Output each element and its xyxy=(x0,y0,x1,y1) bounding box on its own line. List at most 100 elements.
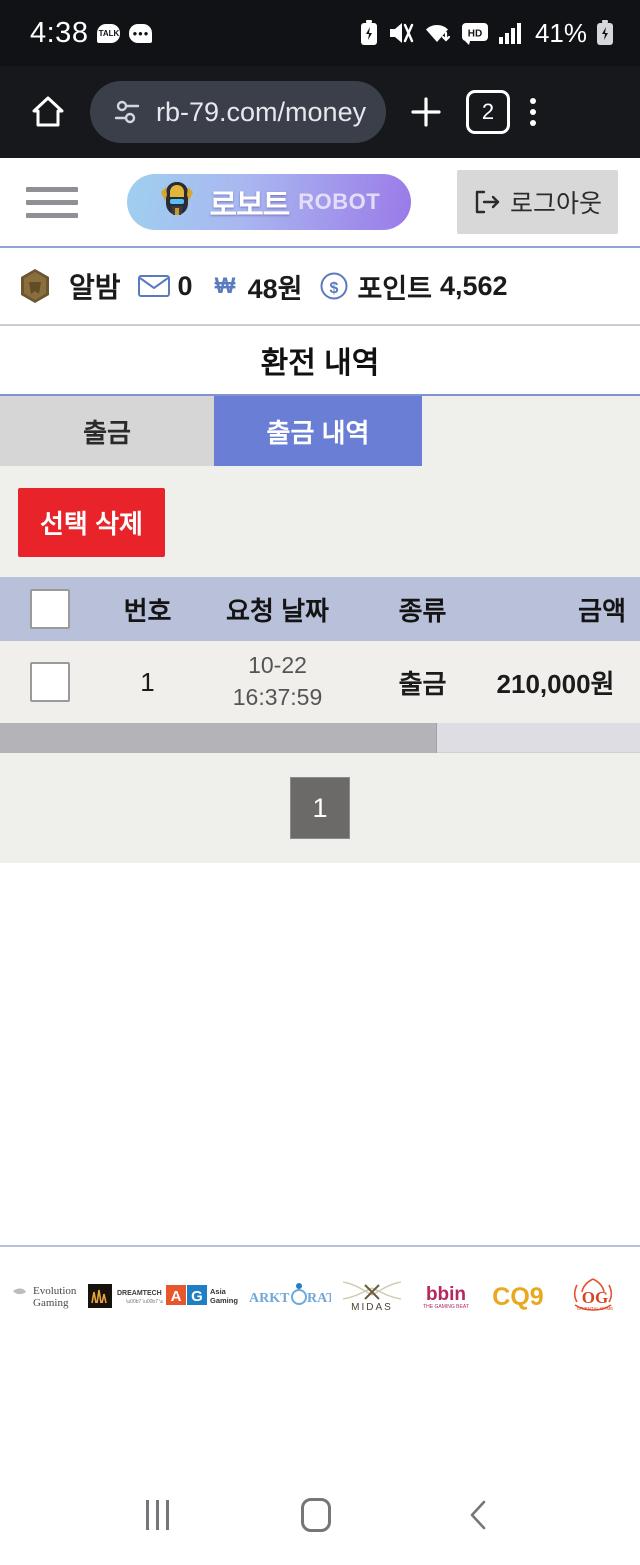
logout-button[interactable]: 로그아웃 xyxy=(456,170,618,234)
footer-spacer xyxy=(0,1345,640,1465)
url-bar[interactable]: rb-79.com/money xyxy=(90,81,386,143)
svg-text:HD: HD xyxy=(468,29,482,40)
envelope-icon xyxy=(137,274,170,298)
battery-charging-icon xyxy=(596,20,614,46)
column-header-amount: 금액 xyxy=(578,595,626,626)
row-no: 1 xyxy=(140,666,155,697)
tab-withdraw-history[interactable]: 출금 내역 xyxy=(214,396,422,466)
logo-arktocrat: ARKT RAT xyxy=(247,1273,331,1319)
plus-icon[interactable] xyxy=(400,92,452,132)
brand-name-korean: 로보트 xyxy=(209,189,290,222)
svg-text:MIDAS: MIDAS xyxy=(351,1302,393,1313)
svg-text:Asia: Asia xyxy=(210,1287,227,1296)
svg-text:G: G xyxy=(191,1288,203,1305)
svg-text:THE GAMING BEAT: THE GAMING BEAT xyxy=(423,1304,469,1310)
pagination: 1 xyxy=(0,753,640,863)
logo-bbin: bbin THE GAMING BEAT xyxy=(413,1273,479,1319)
partner-logo-footer: Evolution Gaming DREAMTECH \u00b7 \u00b7… xyxy=(0,1245,640,1345)
robot-head-icon xyxy=(153,178,201,226)
kakaotalk-notification-icon: TALK xyxy=(97,23,121,43)
point-label: 포인트 xyxy=(357,273,432,304)
delete-selected-button[interactable]: 선택 삭제 xyxy=(18,488,165,557)
site-logo[interactable]: 로보트 ROBOT xyxy=(127,174,412,230)
svg-text:Evolution: Evolution xyxy=(33,1285,77,1297)
delete-button-wrap: 선택 삭제 xyxy=(0,466,640,577)
mail-count: 0 xyxy=(177,270,193,301)
svg-text:₩: ₩ xyxy=(214,273,235,298)
logout-label: 로그아웃 xyxy=(509,190,602,218)
row-checkbox-cell xyxy=(0,641,100,723)
mail-info[interactable]: 0 xyxy=(137,270,193,302)
won-icon: ₩ xyxy=(210,273,240,299)
withdraw-history-table: 번호 요청 날짜 종류 금액 1 10-22 16:37:59 출금 210,0… xyxy=(0,577,640,723)
logo-og: OG ORIENTAL GAME xyxy=(557,1273,629,1319)
history-panel: 선택 삭제 번호 요청 날짜 종류 금액 1 10-22 16:37:59 출금… xyxy=(0,466,640,863)
svg-text:\u00b7 \u00b7 \u00b7 \u00b7: \u00b7 \u00b7 \u00b7 \u00b7 xyxy=(126,1299,163,1305)
home-square-icon[interactable] xyxy=(301,1498,332,1532)
svg-text:$: $ xyxy=(330,280,339,297)
home-icon[interactable] xyxy=(20,92,76,132)
svg-text:bbin: bbin xyxy=(426,1284,466,1305)
kebab-menu-icon[interactable] xyxy=(524,92,542,132)
recents-icon[interactable] xyxy=(146,1500,170,1530)
horizontal-scrollbar[interactable] xyxy=(0,723,640,753)
logo-asia-gaming: A G Asia Gaming xyxy=(165,1273,245,1319)
sign-out-icon xyxy=(473,189,501,215)
status-bar-left: 4:38 TALK ••• xyxy=(30,16,153,50)
svg-text:DREAMTECH: DREAMTECH xyxy=(117,1290,162,1297)
row-date-cell: 10-22 16:37:59 xyxy=(195,641,360,723)
user-info-bar: 알밤 0 ₩ 48원 $ 포인트 4,562 xyxy=(0,248,640,326)
wifi-icon xyxy=(424,20,452,46)
logo-evolution-gaming: Evolution Gaming xyxy=(11,1273,85,1319)
logo-dreamtech: DREAMTECH \u00b7 \u00b7 \u00b7 \u00b7 xyxy=(87,1273,163,1319)
tab-bar: 출금 출금 내역 xyxy=(0,396,640,466)
point-value: 4,562 xyxy=(439,270,508,301)
tab-counter-button[interactable]: 2 xyxy=(466,90,510,134)
svg-text:A: A xyxy=(171,1288,182,1305)
column-header-date: 요청 날짜 xyxy=(226,595,329,626)
battery-percent: 41% xyxy=(534,17,587,48)
status-clock: 4:38 xyxy=(30,16,89,49)
back-chevron-icon[interactable] xyxy=(464,1498,494,1532)
column-header-no: 번호 xyxy=(123,595,172,626)
select-all-checkbox[interactable] xyxy=(30,589,70,629)
tab-bar-filler xyxy=(422,396,640,466)
svg-text:ARKT: ARKT xyxy=(249,1291,290,1306)
phone-screen: 4:38 TALK ••• HD 41% rb-79.com/money 2 로… xyxy=(0,0,640,1565)
svg-text:CQ9: CQ9 xyxy=(492,1283,543,1311)
table-header-row: 번호 요청 날짜 종류 금액 xyxy=(0,577,640,641)
hd-icon: HD xyxy=(461,21,489,45)
point-info[interactable]: $ 포인트 4,562 xyxy=(319,267,508,306)
select-all-header xyxy=(0,577,100,641)
row-date: 10-22 xyxy=(248,652,307,679)
table-head: 번호 요청 날짜 종류 금액 xyxy=(0,577,640,641)
chat-notification-icon: ••• xyxy=(129,23,153,43)
scrollbar-thumb[interactable] xyxy=(0,723,437,753)
tab-withdraw[interactable]: 출금 xyxy=(0,396,214,466)
svg-text:RAT: RAT xyxy=(307,1291,331,1306)
site-header: 로보트 ROBOT 로그아웃 xyxy=(0,158,640,248)
balance-value: 48원 xyxy=(247,273,303,304)
column-header-type: 종류 xyxy=(398,595,447,626)
page-button-1[interactable]: 1 xyxy=(290,777,350,839)
hamburger-menu-icon[interactable] xyxy=(22,181,82,224)
row-checkbox[interactable] xyxy=(30,662,70,702)
battery-saver-icon xyxy=(360,20,378,46)
status-bar-right: HD 41% xyxy=(360,18,614,49)
browser-toolbar: rb-79.com/money 2 xyxy=(0,66,640,158)
page-title: 환전 내역 xyxy=(0,326,640,396)
table-row[interactable]: 1 10-22 16:37:59 출금 210,000원 xyxy=(0,641,640,723)
row-time: 16:37:59 xyxy=(232,684,323,710)
svg-text:ORIENTAL GAME: ORIENTAL GAME xyxy=(577,1306,614,1311)
dollar-circle-icon: $ xyxy=(319,271,349,301)
android-status-bar: 4:38 TALK ••• HD 41% xyxy=(0,0,640,66)
mute-vibrate-icon xyxy=(387,20,415,46)
content-spacer xyxy=(0,863,640,1245)
page-settings-icon[interactable] xyxy=(112,97,142,127)
username: 알밤 xyxy=(69,272,121,303)
bronze-rank-icon xyxy=(18,268,52,304)
brand-name-english: ROBOT xyxy=(298,189,381,214)
row-amount: 210,000원 xyxy=(496,668,615,699)
balance-info[interactable]: ₩ 48원 xyxy=(210,267,303,306)
svg-text:Gaming: Gaming xyxy=(33,1297,69,1309)
